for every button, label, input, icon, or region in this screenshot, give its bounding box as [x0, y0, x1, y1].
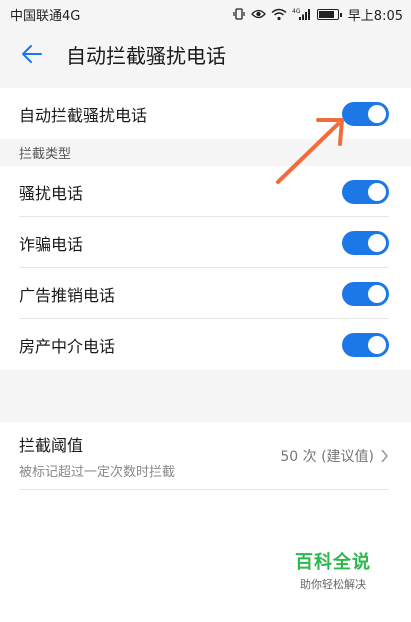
main-toggle-label: 自动拦截骚扰电话	[19, 105, 148, 125]
advertising-toggle[interactable]	[342, 281, 389, 306]
threshold-value: 50 次 (建议值)	[280, 449, 374, 465]
harassment-toggle[interactable]	[342, 179, 389, 204]
back-arrow-icon	[22, 45, 42, 63]
status-icons: 4G 早上8:05	[232, 5, 403, 24]
chevron-right-icon	[381, 449, 388, 463]
signal-icon: 4G	[292, 8, 312, 21]
svg-text:4G: 4G	[292, 8, 301, 15]
eye-icon	[250, 8, 266, 20]
app-header: 自动拦截骚扰电话	[0, 28, 411, 80]
status-bar: 中国联通4G 4G 早上8:05	[0, 0, 411, 28]
type-row-real-estate: 房产中介电话	[0, 319, 411, 370]
fraud-toggle[interactable]	[342, 230, 389, 255]
threshold-row[interactable]: 拦截阈值 被标记超过一定次数时拦截 50 次 (建议值)	[0, 422, 411, 490]
main-toggle-switch[interactable]	[342, 101, 389, 126]
watermark-title: 百科全说	[295, 552, 371, 573]
carrier-label: 中国联通4G	[10, 8, 81, 24]
type-label: 骚扰电话	[19, 183, 84, 203]
type-row-advertising: 广告推销电话	[0, 268, 411, 319]
vibrate-icon	[232, 7, 246, 21]
real-estate-toggle[interactable]	[342, 332, 389, 357]
time-label: 早上8:05	[347, 8, 403, 24]
page-title: 自动拦截骚扰电话	[66, 43, 226, 68]
watermark-tagline: 助你轻松解决	[300, 578, 366, 591]
threshold-subtitle: 被标记超过一定次数时拦截	[19, 465, 176, 480]
type-row-fraud: 诈骗电话	[0, 217, 411, 268]
type-label: 广告推销电话	[19, 285, 116, 305]
type-label: 诈骗电话	[19, 234, 84, 254]
section-header: 拦截类型	[0, 139, 411, 166]
wifi-icon	[271, 8, 287, 21]
back-button[interactable]	[16, 38, 48, 70]
watermark-logo: 百科全说 助你轻松解决	[283, 548, 383, 598]
type-row-harassment: 骚扰电话	[0, 166, 411, 217]
threshold-title: 拦截阈值	[19, 436, 84, 455]
main-toggle-row: 自动拦截骚扰电话	[0, 88, 411, 139]
type-list: 骚扰电话 诈骗电话 广告推销电话 房产中介电话	[0, 166, 411, 370]
type-label: 房产中介电话	[19, 336, 116, 356]
battery-icon	[316, 8, 342, 20]
